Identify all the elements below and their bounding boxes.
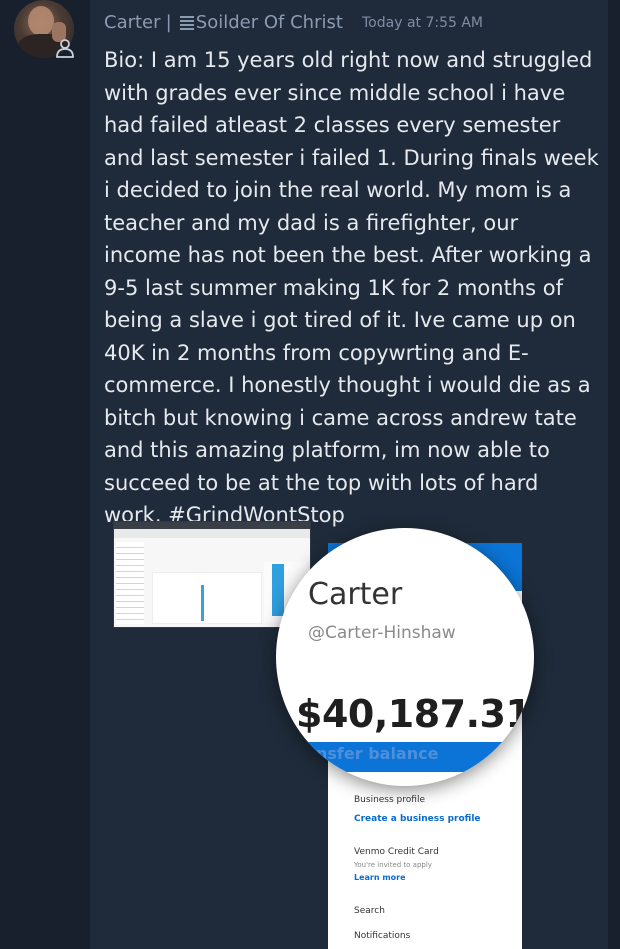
learn-more-link: Learn more [354,873,406,882]
timestamp: Today at 7:55 AM [362,14,484,31]
separator: | [165,12,172,33]
credit-card-title: Venmo Credit Card [354,847,439,857]
dashboard-screenshot-attachment[interactable] [113,521,311,628]
person-badge-icon [56,39,74,58]
profile-name: Carter [308,577,403,612]
business-profile-label: Business profile [354,795,425,805]
message-header: Carter | Soilder Of Christ Today at 7:55… [104,12,483,38]
account-balance: $40,187.31 [296,692,532,736]
message-body: Bio: I am 15 years old right now and str… [104,48,599,527]
username[interactable]: Carter [104,12,161,33]
create-business-profile-link: Create a business profile [354,814,481,824]
balance-magnifier: Carter @Carter-Hinshaw $40,187.31 nsfer … [276,528,534,786]
user-title: Soilder Of Christ [195,12,343,33]
menu-notifications: Notifications [354,931,411,941]
credit-card-subtitle: You're invited to apply [354,861,432,869]
list-lines-icon [179,15,194,30]
menu-search: Search [354,906,385,916]
transfer-balance-label: nsfer balance [316,744,439,763]
profile-handle: @Carter-Hinshaw [308,623,456,643]
